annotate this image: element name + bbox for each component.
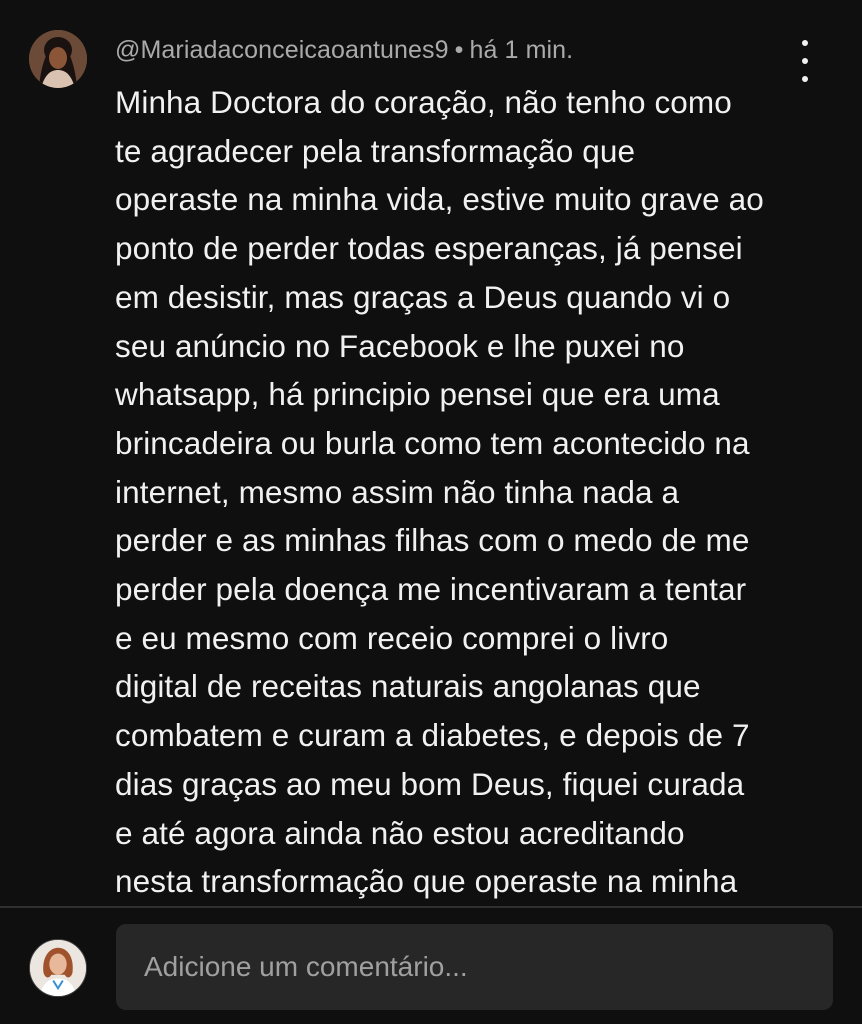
comment-line: ponto de perder todas esperanças, já pen… bbox=[115, 230, 743, 267]
author-handle[interactable]: @Mariadaconceicaoantunes9 bbox=[115, 36, 449, 64]
comment-composer: Adicione um comentário... bbox=[0, 908, 862, 1024]
comment-timestamp: há 1 min. bbox=[469, 36, 574, 64]
comment-meta: @Mariadaconceicaoantunes9 • há 1 min. bbox=[115, 36, 573, 65]
comment-line: nesta transformação que operaste na minh… bbox=[115, 863, 738, 900]
comment-line: perder pela doença me incentivaram a ten… bbox=[115, 571, 747, 608]
author-avatar-photo bbox=[29, 30, 87, 88]
comment-line: em desistir, mas graças a Deus quando vi… bbox=[115, 278, 731, 315]
comment-line: digital de receitas naturais angolanas q… bbox=[115, 668, 701, 705]
comment-line: internet, mesmo assim não tinha nada a bbox=[115, 473, 680, 510]
comment-line: Minha Doctora do coração, não tenho como bbox=[115, 84, 732, 120]
comment-line: e eu mesmo com receio comprei o livro bbox=[115, 619, 669, 656]
more-dot bbox=[802, 40, 808, 46]
comment-thread-screen: @Mariadaconceicaoantunes9 • há 1 min. Minh… bbox=[0, 0, 862, 1024]
comment-item: @Mariadaconceicaoantunes9 • há 1 min. Minh… bbox=[0, 0, 862, 906]
comment-line: te agradecer pela transformação que bbox=[115, 132, 636, 169]
comment-line: seu anúncio no Facebook e lhe puxei no bbox=[115, 327, 685, 364]
comment-body: Minha Doctora do coração, não tenho como… bbox=[115, 78, 805, 906]
more-dot bbox=[802, 58, 808, 64]
comment-line: operaste na minha vida, estive muito gra… bbox=[115, 181, 764, 218]
comment-line: brincadeira ou burla como tem acontecido… bbox=[115, 424, 750, 461]
add-comment-placeholder: Adicione um comentário... bbox=[144, 951, 468, 982]
comment-line: whatsapp, há principio pensei que era um… bbox=[115, 376, 720, 413]
add-comment-input[interactable]: Adicione um comentário... bbox=[116, 924, 833, 1010]
meta-separator: • bbox=[454, 36, 464, 64]
current-user-avatar[interactable] bbox=[29, 939, 87, 997]
comment-line: dias graças ao meu bom Deus, fiquei cura… bbox=[115, 765, 745, 802]
more-vertical-icon[interactable] bbox=[788, 40, 822, 82]
comment-line: combatem e curam a diabetes, e depois de… bbox=[115, 717, 750, 754]
comment-line: e até agora ainda não estou acreditando bbox=[115, 814, 685, 851]
author-avatar[interactable] bbox=[29, 30, 87, 88]
current-user-avatar-photo bbox=[30, 940, 86, 996]
comment-line: perder e as minhas filhas com o medo de … bbox=[115, 522, 750, 559]
